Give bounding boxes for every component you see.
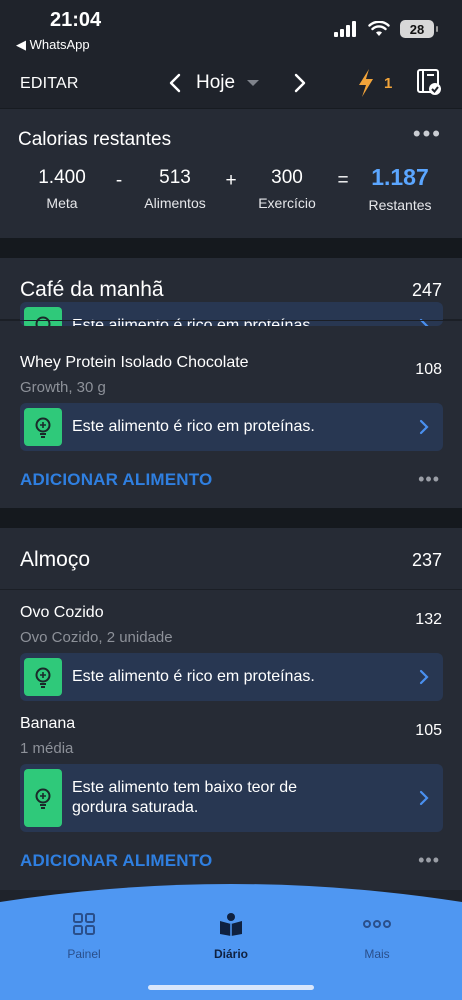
diary-icon bbox=[220, 913, 242, 936]
streak-count: 1 bbox=[384, 74, 393, 92]
cellular-signal-icon bbox=[334, 21, 356, 37]
exercise-summary: 300 Exercício bbox=[258, 167, 316, 211]
tab-label: Mais bbox=[364, 947, 390, 961]
food-tip-text: Este alimento é rico em proteínas. bbox=[72, 668, 315, 685]
exercise-value: 300 bbox=[271, 167, 303, 188]
food-tip-banner[interactable]: Este alimento é rico em proteínas. bbox=[20, 302, 443, 326]
food-entry[interactable]: Banana 1 média 105 bbox=[0, 705, 462, 765]
edit-button[interactable]: EDITAR bbox=[20, 75, 79, 93]
calories-remaining-card[interactable]: Calorias restantes ••• 1.400 Meta - 513 … bbox=[0, 108, 462, 238]
more-icon bbox=[363, 920, 391, 928]
chevron-right-icon bbox=[409, 669, 439, 685]
previous-day-button[interactable] bbox=[162, 68, 188, 98]
add-food-button[interactable]: ADICIONAR ALIMENTO bbox=[20, 470, 212, 490]
chevron-right-icon bbox=[409, 790, 439, 806]
tab-painel[interactable]: Painel bbox=[39, 912, 129, 961]
food-tip-banner[interactable]: Este alimento tem baixo teor de gordura … bbox=[20, 764, 443, 832]
streak-button[interactable]: 1 bbox=[356, 68, 392, 98]
food-tip-line: Este alimento tem baixo teor de bbox=[72, 779, 298, 796]
battery-icon: 28 bbox=[400, 20, 438, 38]
food-entry[interactable]: Ovo Cozido Ovo Cozido, 2 unidade 132 bbox=[0, 594, 462, 654]
caret-down-icon[interactable] bbox=[247, 80, 260, 86]
status-bar: 21:04 ◀ WhatsApp 28 bbox=[0, 0, 462, 60]
lightning-icon bbox=[359, 69, 373, 97]
calories-equation: 1.400 Meta - 513 Alimentos + 300 Exercíc… bbox=[0, 164, 462, 227]
lightbulb-icon bbox=[24, 769, 62, 827]
complete-diary-button[interactable] bbox=[416, 68, 442, 101]
lightbulb-icon bbox=[24, 408, 62, 446]
meal-section-breakfast: Café da manhã 247 Este alimento é rico e… bbox=[0, 258, 462, 508]
remaining-label: Restantes bbox=[368, 197, 432, 213]
food-tip-text: Este alimento é rico em proteínas. bbox=[72, 317, 315, 326]
lightbulb-icon bbox=[24, 307, 62, 326]
status-time: 21:04 bbox=[50, 9, 102, 31]
food-label: Alimentos bbox=[144, 195, 206, 211]
food-name: Ovo Cozido bbox=[20, 604, 104, 621]
diary-check-icon bbox=[417, 69, 441, 95]
tab-diario[interactable]: Diário bbox=[186, 912, 276, 961]
meal-calories: 247 bbox=[411, 280, 442, 300]
meal-calories: 237 bbox=[411, 550, 442, 570]
wifi-icon bbox=[368, 21, 390, 36]
food-calories: 132 bbox=[415, 611, 442, 628]
goal-summary: 1.400 Meta bbox=[38, 167, 86, 211]
bottom-tab-bar: Painel Diário Mais bbox=[0, 884, 462, 1000]
date-navigator: Hoje bbox=[162, 68, 313, 98]
food-description: Ovo Cozido, 2 unidade bbox=[20, 629, 173, 646]
food-tip-text: Este alimento tem baixo teor de gordura … bbox=[72, 778, 409, 818]
back-to-app-link[interactable]: ◀ WhatsApp bbox=[16, 37, 90, 53]
status-indicators: 28 bbox=[334, 20, 438, 38]
section-divider bbox=[0, 238, 462, 258]
meal-more-button[interactable]: ••• bbox=[418, 850, 440, 871]
food-entry[interactable]: Whey Protein Isolado Chocolate Growth, 3… bbox=[0, 344, 462, 404]
food-name: Whey Protein Isolado Chocolate bbox=[20, 354, 249, 371]
food-calories: 105 bbox=[415, 722, 442, 739]
remaining-value: 1.187 bbox=[371, 164, 429, 190]
goal-label: Meta bbox=[46, 195, 78, 211]
calories-more-button[interactable]: ••• bbox=[413, 121, 442, 147]
home-indicator[interactable] bbox=[148, 985, 314, 990]
food-tip-banner[interactable]: Este alimento é rico em proteínas. bbox=[20, 403, 443, 451]
tab-label: Diário bbox=[213, 947, 248, 961]
date-selector[interactable]: Hoje bbox=[196, 72, 235, 94]
food-name: Banana bbox=[20, 715, 76, 732]
dashboard-icon bbox=[73, 913, 95, 935]
meal-header[interactable]: Almoço 237 bbox=[0, 528, 462, 590]
food-description: 1 média bbox=[20, 740, 74, 757]
lightbulb-icon bbox=[24, 658, 62, 696]
plus-operator: + bbox=[225, 170, 237, 191]
meal-more-button[interactable]: ••• bbox=[418, 469, 440, 490]
equals-operator: = bbox=[337, 170, 349, 191]
meal-section-lunch: Almoço 237 Ovo Cozido Ovo Cozido, 2 unid… bbox=[0, 528, 462, 890]
goal-value: 1.400 bbox=[38, 167, 86, 188]
tab-mais[interactable]: Mais bbox=[332, 912, 422, 961]
minus-operator: - bbox=[115, 170, 123, 191]
remaining-summary: 1.187 Restantes bbox=[368, 164, 432, 213]
food-summary: 513 Alimentos bbox=[144, 167, 205, 211]
food-tip-banner[interactable]: Este alimento é rico em proteínas. bbox=[20, 653, 443, 701]
calories-title: Calorias restantes bbox=[18, 129, 172, 150]
chevron-right-icon bbox=[294, 73, 306, 93]
meal-name: Café da manhã bbox=[20, 278, 164, 301]
food-value: 513 bbox=[159, 167, 191, 188]
chevron-right-icon bbox=[409, 419, 439, 435]
food-calories: 108 bbox=[415, 361, 442, 378]
food-tip-text: Este alimento é rico em proteínas. bbox=[72, 418, 315, 435]
tab-label: Painel bbox=[67, 947, 101, 961]
section-divider bbox=[0, 508, 462, 528]
food-tip-line: gordura saturada. bbox=[72, 799, 199, 816]
next-day-button[interactable] bbox=[287, 68, 313, 98]
diary-header: EDITAR Hoje 1 bbox=[0, 60, 462, 108]
exercise-label: Exercício bbox=[258, 195, 316, 211]
food-description: Growth, 30 g bbox=[20, 379, 106, 396]
add-food-button[interactable]: ADICIONAR ALIMENTO bbox=[20, 851, 212, 871]
meal-name: Almoço bbox=[20, 548, 91, 571]
chevron-left-icon bbox=[169, 73, 181, 93]
